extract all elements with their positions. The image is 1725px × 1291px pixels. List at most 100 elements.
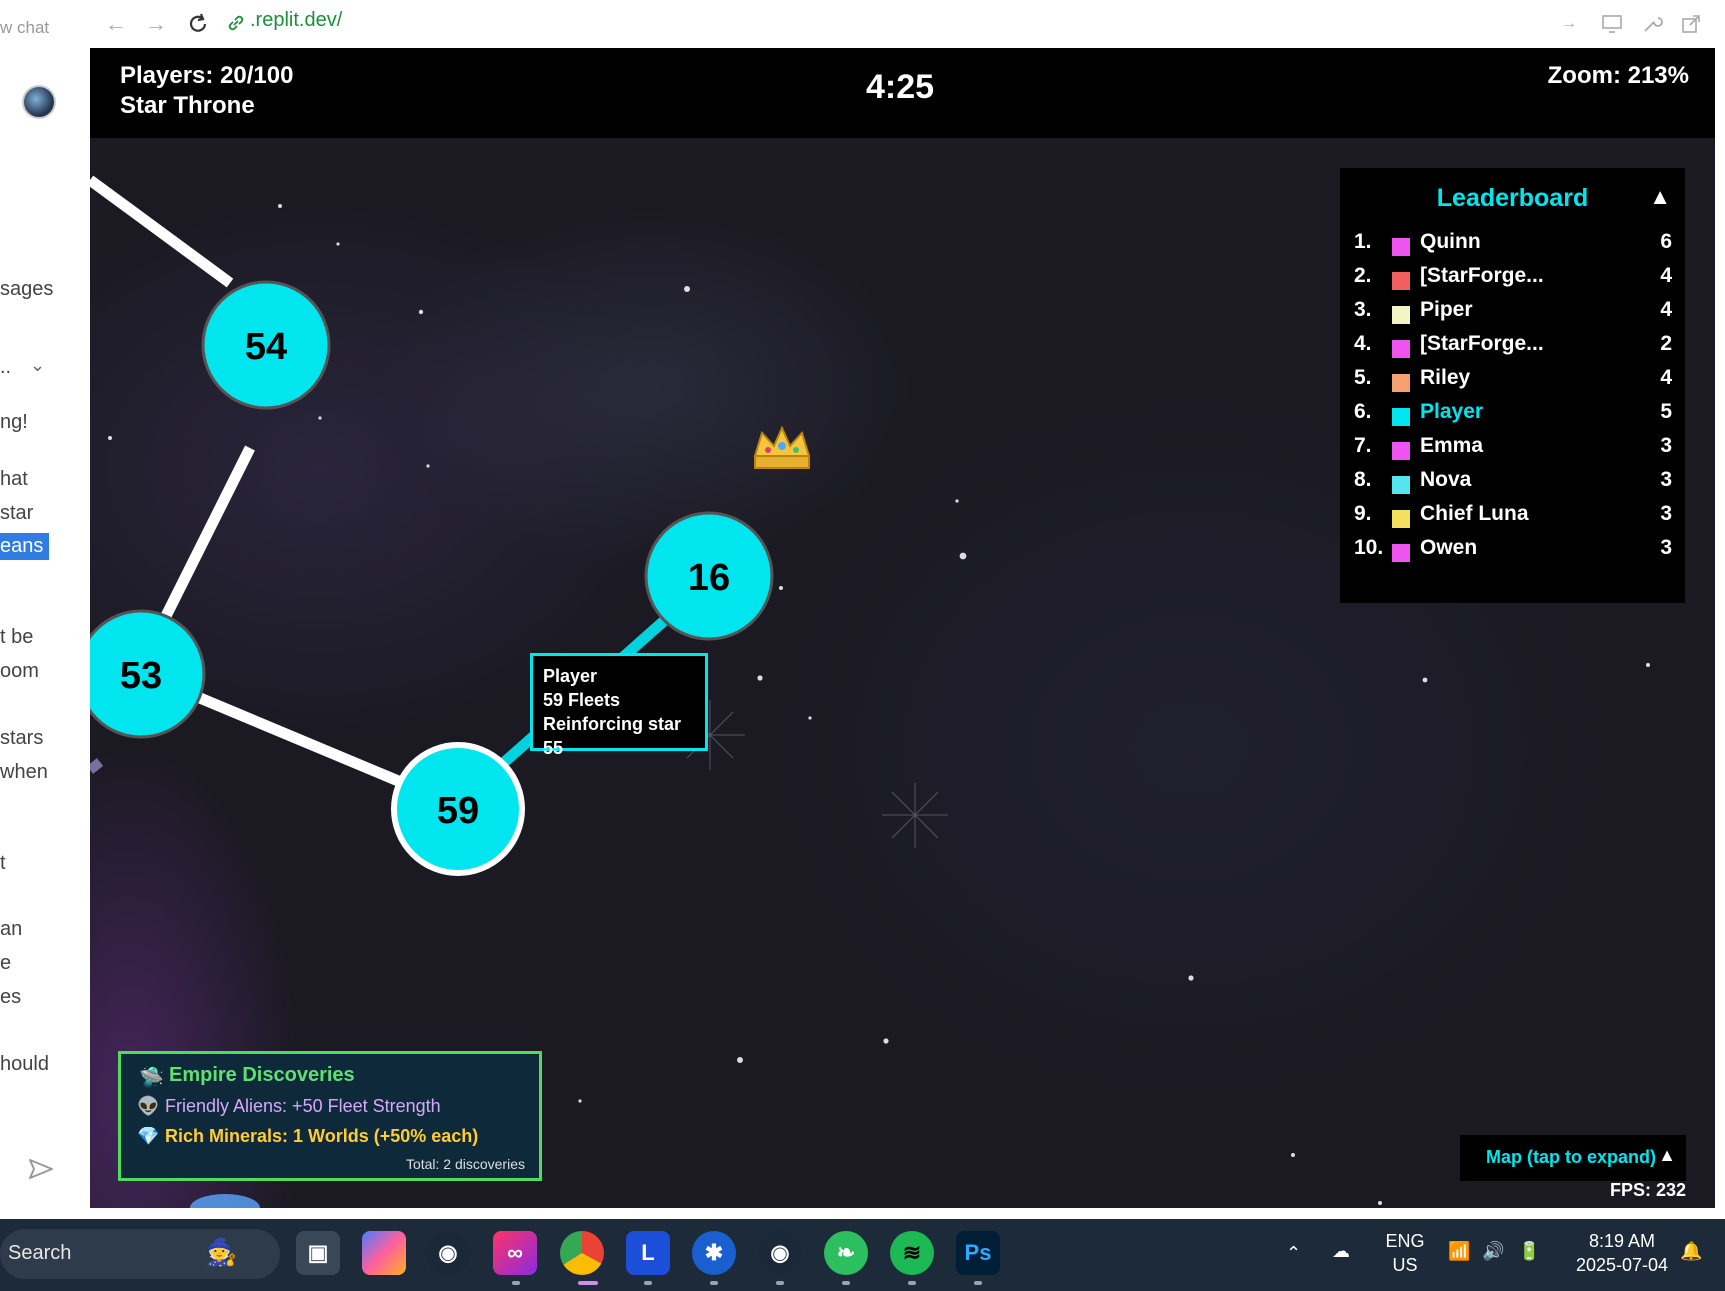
star-label: 54	[245, 326, 287, 368]
search-label: Search	[8, 1242, 72, 1264]
leaderboard-row: 5. Riley 4	[1354, 366, 1672, 400]
fps-counter: FPS: 232	[1610, 1180, 1687, 1200]
leaderboard-rank: 10.	[1354, 536, 1384, 559]
leaderboard-player-name: Chief Luna	[1420, 502, 1529, 525]
leaderboard-row: 3. Piper 4	[1354, 298, 1672, 332]
forward-icon[interactable]: →	[142, 10, 170, 38]
player-color-swatch	[1392, 340, 1410, 358]
chat-text-fragment: sages	[0, 278, 54, 300]
wifi-icon[interactable]: 📶	[1448, 1239, 1470, 1263]
player-color-swatch	[1392, 476, 1410, 494]
chat-text-fragment: t be	[0, 626, 34, 648]
wrench-icon[interactable]	[1639, 11, 1665, 37]
minimap-toggle[interactable]: Map (tap to expand) ▲	[1460, 1135, 1686, 1181]
clock[interactable]: 8:19 AM 2025-07-04	[1562, 1229, 1682, 1277]
player-color-swatch	[1392, 272, 1410, 290]
photoshop-icon[interactable]: Ps	[956, 1231, 1000, 1275]
running-indicator	[644, 1281, 652, 1285]
taskbar-search[interactable]: Search 🧙	[0, 1229, 280, 1279]
star-tooltip: Player 59 Fleets Reinforcing star 55	[530, 653, 708, 758]
alien-icon: 👽	[137, 1096, 160, 1116]
star-label: 53	[120, 655, 162, 697]
send-icon[interactable]	[28, 1158, 54, 1185]
new-chat-link[interactable]: w chat	[0, 18, 49, 38]
chat-text-fragment: star	[0, 502, 34, 524]
cloud-icon[interactable]: ☁	[1332, 1239, 1350, 1263]
user-avatar[interactable]	[22, 85, 56, 119]
expand-arrow-icon[interactable]: ▲	[1658, 1145, 1676, 1166]
star-node-16[interactable]: 16	[644, 511, 774, 641]
leaderboard-score: 4	[1660, 366, 1672, 389]
star-node-59[interactable]: 59	[391, 742, 525, 876]
leaderboard-score: 4	[1660, 264, 1672, 287]
reload-icon[interactable]	[184, 10, 212, 38]
battlenet-icon[interactable]: ✱	[692, 1231, 736, 1275]
empire-discoveries-panel: 🛸 Empire Discoveries 👽 Friendly Aliens: …	[118, 1051, 542, 1181]
search-highlight-icon: 🧙	[205, 1237, 238, 1267]
leaderboard-rank: 2.	[1354, 264, 1372, 287]
address-bar[interactable]: .replit.dev/	[250, 9, 342, 32]
chevron-down-icon[interactable]: ⌄	[30, 355, 45, 376]
active-indicator	[578, 1281, 598, 1285]
copilot-icon[interactable]	[362, 1231, 406, 1275]
leaderboard-row: 9. Chief Luna 3	[1354, 502, 1672, 536]
running-indicator	[710, 1281, 718, 1285]
leaderboard-rank: 6.	[1354, 400, 1372, 423]
leaderboard-score: 3	[1660, 434, 1672, 457]
leaderboard-player-name: Emma	[1420, 434, 1484, 457]
chat-text-fragment: t	[0, 852, 6, 874]
language-indicator[interactable]: ENG US	[1380, 1229, 1430, 1277]
chat-text-fragment: stars	[0, 727, 44, 749]
task-view-icon[interactable]: ▣	[296, 1231, 340, 1275]
leaderboard-score: 3	[1660, 468, 1672, 491]
player-color-swatch	[1392, 238, 1410, 256]
leaderboard-rank: 5.	[1354, 366, 1372, 389]
chat-text-fragment: es	[0, 986, 22, 1008]
open-external-icon[interactable]	[1678, 11, 1704, 37]
player-color-swatch	[1392, 510, 1410, 528]
link-icon	[226, 13, 246, 38]
chat-text-fragment: an	[0, 918, 23, 940]
steam-icon[interactable]: ◉	[426, 1231, 470, 1275]
leaderboard-panel: Leaderboard ▲ 1. Quinn 6 2. [StarForge... 4 3.…	[1340, 168, 1685, 603]
back-icon[interactable]: ←	[102, 10, 130, 38]
player-color-swatch	[1392, 544, 1410, 562]
chevron-up-icon[interactable]: ⌃	[1286, 1241, 1301, 1265]
game-viewport[interactable]: 54 53 59 16 Players: 20/100 Star Throne …	[90, 48, 1715, 1208]
tooltip-fleets: 59 Fleets	[543, 690, 621, 710]
players-count: Players: 20/100	[120, 62, 294, 89]
language-code: ENG	[1385, 1231, 1425, 1251]
game-timer: 4:25	[866, 68, 935, 106]
collapse-arrow-icon[interactable]: ▲	[1649, 184, 1671, 210]
chat-text-highlight: eans	[0, 533, 50, 560]
monitor-icon[interactable]	[1599, 11, 1625, 37]
leaderboard-player-name: Riley	[1420, 366, 1471, 389]
star-node-54[interactable]: 54	[201, 280, 331, 410]
player-color-swatch	[1392, 408, 1410, 426]
steam-icon-2[interactable]: ◉	[758, 1231, 802, 1275]
leaderboard-row: 10. Owen 3	[1354, 536, 1672, 570]
creative-cloud-icon[interactable]: ∞	[493, 1231, 537, 1275]
spotify-icon[interactable]: ≋	[890, 1231, 934, 1275]
leaderboard-row: 2. [StarForge... 4	[1354, 264, 1672, 298]
top-hud: Players: 20/100 Star Throne 4:25 Zoom: 2…	[90, 48, 1715, 138]
running-indicator	[908, 1281, 916, 1285]
battery-icon[interactable]: 🔋	[1518, 1239, 1540, 1263]
crown-icon	[753, 425, 811, 469]
leaderboard-rank: 3.	[1354, 298, 1372, 321]
browser-toolbar: ← → .replit.dev/ → 1	[90, 0, 1725, 48]
discovery-rich-minerals: Rich Minerals: 1 Worlds (+50% each)	[165, 1126, 479, 1146]
leaderboard-row: 8. Nova 3	[1354, 468, 1672, 502]
evernote-icon[interactable]: ❧	[824, 1231, 868, 1275]
gem-icon: 💎	[137, 1126, 160, 1146]
chrome-icon[interactable]	[560, 1231, 604, 1275]
chat-text-fragment: hat	[0, 468, 28, 490]
volume-icon[interactable]: 🔊	[1482, 1239, 1504, 1263]
leaderboard-player-name: [StarForge...	[1420, 332, 1544, 355]
lastpass-l-icon[interactable]: L	[626, 1231, 670, 1275]
clock-time: 8:19 AM	[1588, 1231, 1656, 1251]
star-node-53[interactable]: 53	[90, 609, 206, 739]
arrow-right-icon[interactable]: →	[1556, 11, 1582, 37]
notifications-icon[interactable]: 🔔	[1680, 1239, 1702, 1263]
region-code: US	[1392, 1255, 1418, 1275]
